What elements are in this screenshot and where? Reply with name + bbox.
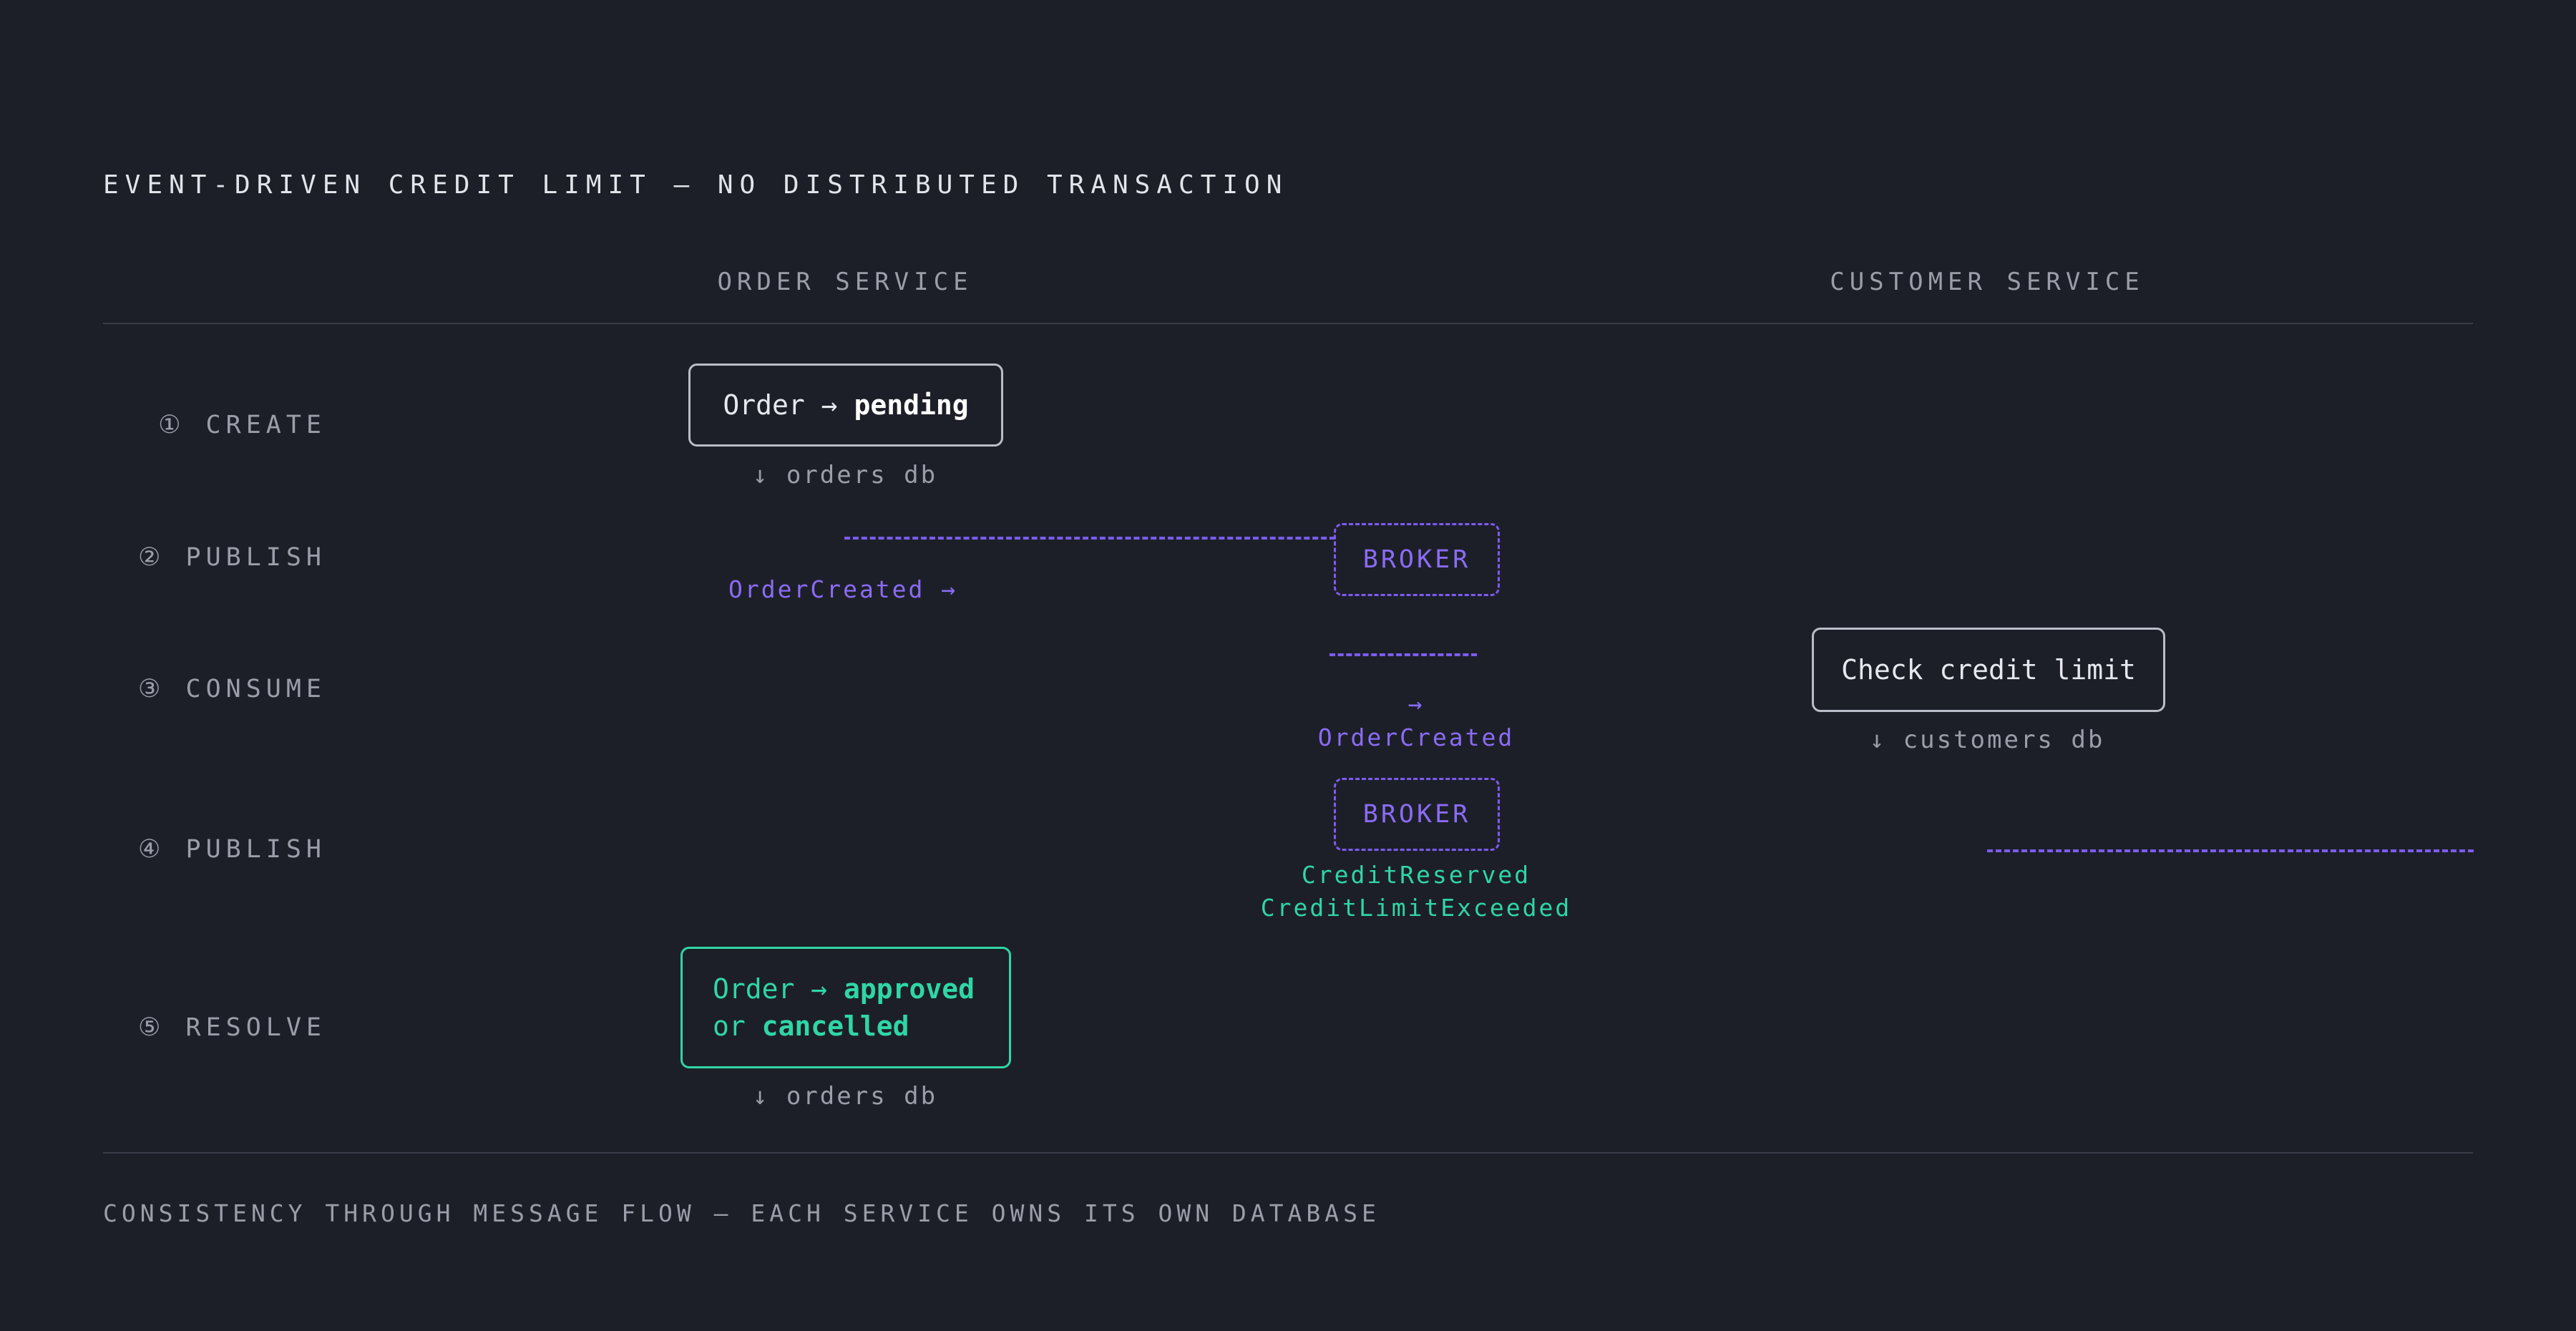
footer-caption: CONSISTENCY THROUGH MESSAGE FLOW — EACH … bbox=[103, 1199, 1380, 1227]
step-label-consume: ③ CONSUME bbox=[138, 675, 326, 703]
footer-divider bbox=[103, 1152, 2473, 1154]
broker-label-1: BROKER bbox=[1362, 545, 1471, 574]
event-order-created-label-2: OrderCreated bbox=[1317, 723, 1515, 751]
broker-box-2: BROKER bbox=[1334, 778, 1500, 851]
consume-connector bbox=[1330, 653, 1477, 656]
broker-box-1: BROKER bbox=[1334, 523, 1500, 596]
check-credit-limit-box: Check credit limit bbox=[1812, 628, 2165, 712]
publish-connector-2 bbox=[1987, 849, 2474, 852]
step-label-resolve: ⑤ RESOLVE bbox=[138, 1013, 326, 1042]
order-pending-box: Order → pending bbox=[688, 364, 1003, 447]
broker-label-2: BROKER bbox=[1362, 800, 1471, 829]
orders-db-label-2: ↓ orders db bbox=[752, 1082, 938, 1111]
step-label-create: ① CREATE bbox=[158, 411, 326, 439]
order-approved-state: approved bbox=[844, 973, 975, 1005]
order-resolved-prefix: Order → bbox=[713, 973, 844, 1005]
column-header-customer-service: CUSTOMER SERVICE bbox=[1830, 268, 2145, 296]
event-credit-limit-exceeded-label: CreditLimitExceeded bbox=[1260, 894, 1572, 922]
order-pending-state: pending bbox=[854, 389, 969, 421]
event-order-created-label-1: OrderCreated → bbox=[728, 575, 958, 603]
diagram-title: EVENT-DRIVEN CREDIT LIMIT — NO DISTRIBUT… bbox=[103, 170, 1289, 200]
header-divider bbox=[103, 323, 2473, 324]
order-resolved-box: Order → approved or cancelled bbox=[680, 947, 1011, 1068]
order-resolved-or: or bbox=[713, 1010, 762, 1042]
order-pending-prefix: Order → bbox=[723, 389, 854, 421]
order-resolved-line-1: Order → approved bbox=[713, 970, 975, 1008]
order-cancelled-state: cancelled bbox=[761, 1010, 909, 1042]
publish-connector-1 bbox=[844, 537, 1335, 540]
consume-arrow: → bbox=[1407, 690, 1425, 718]
column-header-order-service: ORDER SERVICE bbox=[717, 268, 973, 296]
orders-db-label-1: ↓ orders db bbox=[752, 461, 938, 489]
customers-db-label: ↓ customers db bbox=[1869, 726, 2105, 754]
step-label-publish-1: ② PUBLISH bbox=[138, 543, 326, 572]
step-label-publish-2: ④ PUBLISH bbox=[138, 835, 326, 864]
check-credit-limit-label: Check credit limit bbox=[1841, 654, 2136, 686]
order-resolved-line-2: or cancelled bbox=[713, 1008, 909, 1045]
event-credit-reserved-label: CreditReserved bbox=[1301, 861, 1531, 889]
